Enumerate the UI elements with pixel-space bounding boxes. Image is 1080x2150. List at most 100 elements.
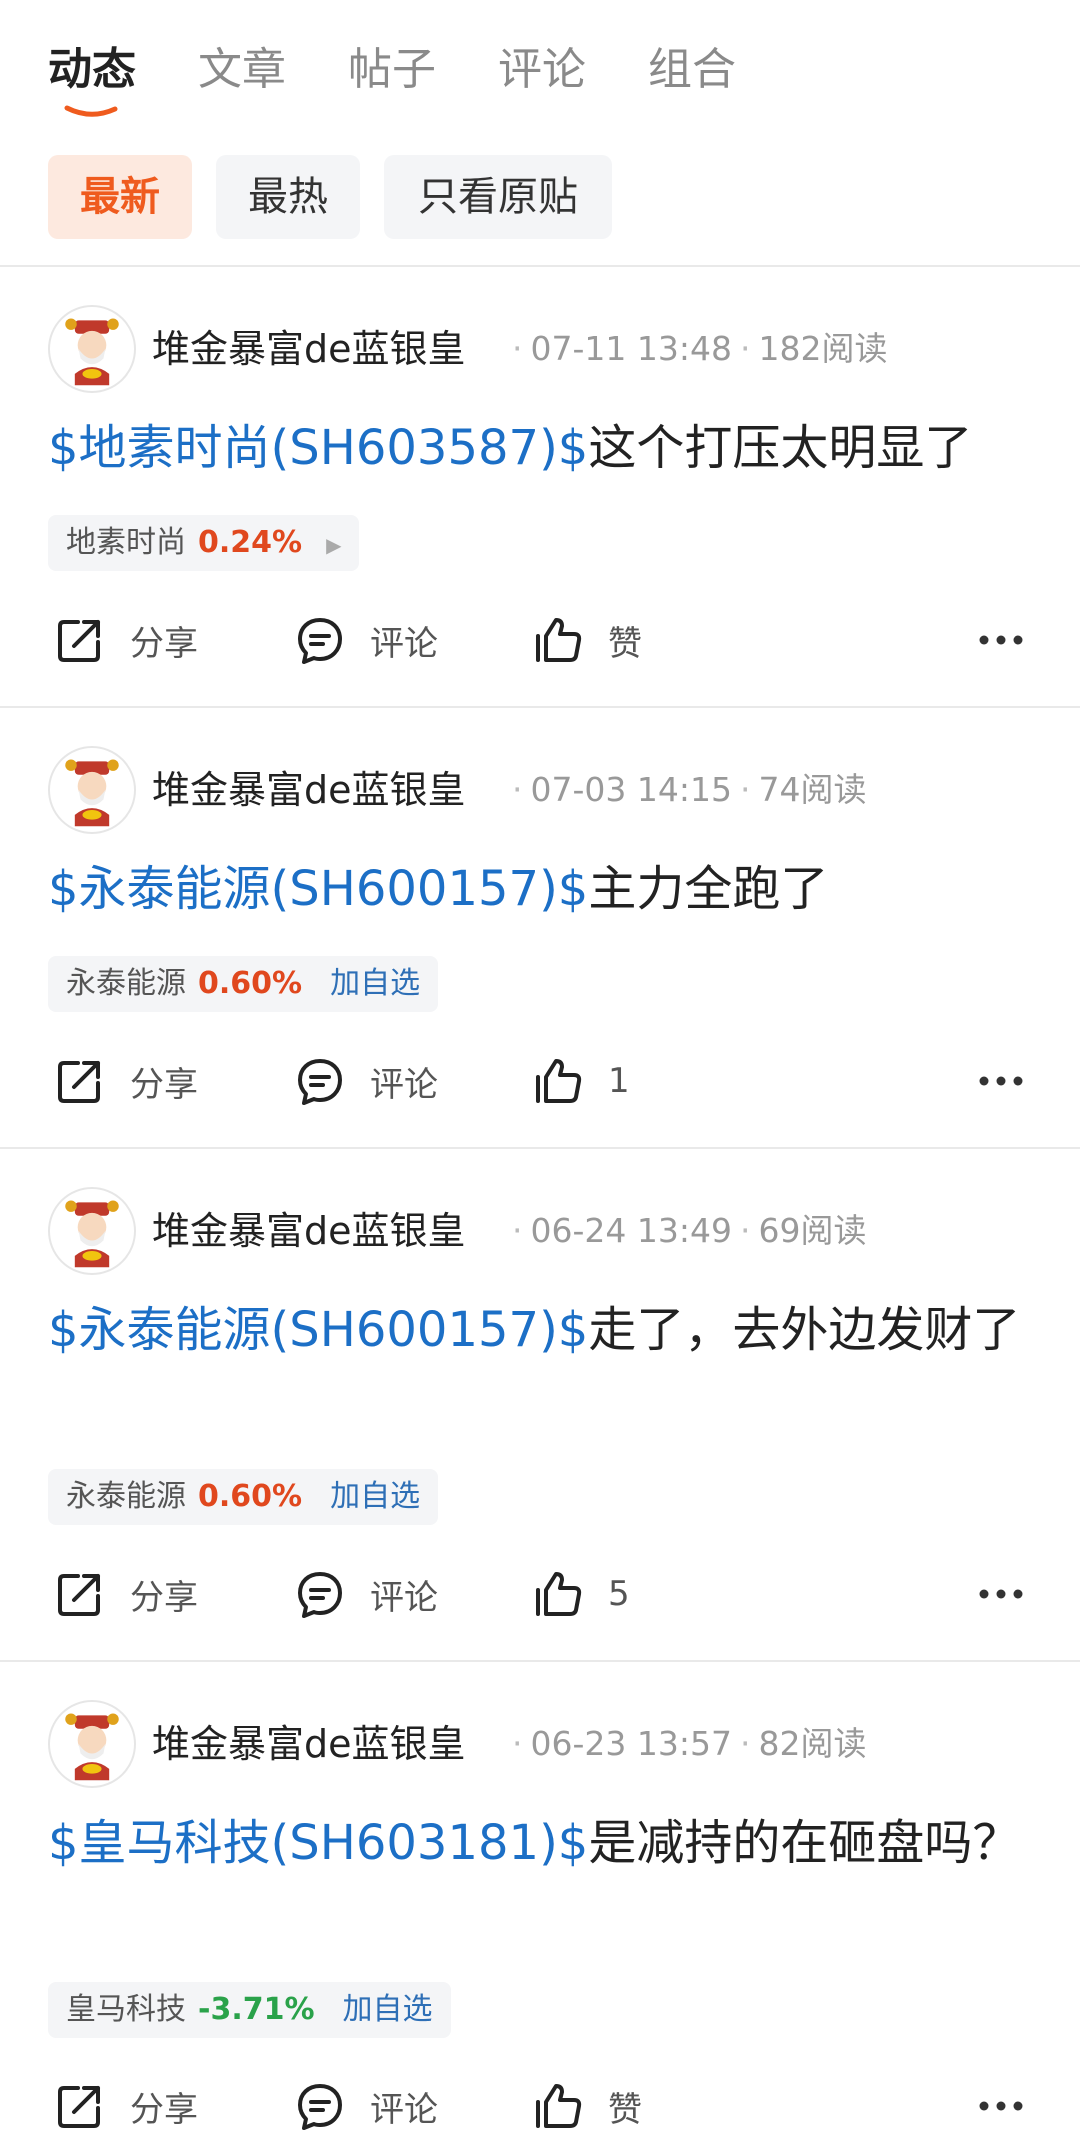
stock-tag-name: 永泰能源: [66, 966, 186, 1001]
like-count: 赞: [608, 623, 642, 664]
more-button[interactable]: [978, 1564, 1024, 1624]
top-tab-bar: 动态 文章 帖子 评论 组合: [0, 0, 1080, 140]
post-content[interactable]: $皇马科技(SH603181)$是减持的在砸盘吗？: [48, 1807, 1028, 1879]
author-name[interactable]: 堆金暴富de蓝银皇: [152, 765, 466, 815]
post-content[interactable]: $地素时尚(SH603587)$这个打压太明显了: [48, 412, 1028, 484]
share-label: 分享: [130, 1064, 198, 1105]
thumbs-up-icon: [536, 2084, 582, 2128]
tab-articles[interactable]: 文章: [198, 40, 286, 100]
author-name[interactable]: 堆金暴富de蓝银皇: [152, 324, 466, 374]
post-card[interactable]: 堆金暴富de蓝银皇 · 06-23 13:57 · 82阅读 $皇马科技(SH6031…: [0, 1662, 1080, 2150]
action-bar: 分享 评论 赞: [0, 2076, 1080, 2136]
share-button[interactable]: 分享: [52, 610, 198, 670]
comment-icon: [298, 618, 342, 664]
stock-tag-name: 地素时尚: [66, 525, 186, 560]
tab-portfolios[interactable]: 组合: [648, 40, 736, 100]
post-text: 走了，去外边发财了: [588, 1302, 1021, 1358]
comment-button[interactable]: 评论: [292, 2076, 438, 2136]
comment-button[interactable]: 评论: [292, 1564, 438, 1624]
post-meta: · 06-24 13:49 · 69阅读: [512, 1211, 867, 1250]
post-meta: · 07-11 13:48 · 182阅读: [512, 329, 888, 368]
stock-tag-name: 永泰能源: [66, 1479, 186, 1514]
share-icon: [58, 620, 100, 662]
like-button[interactable]: 赞: [530, 2076, 642, 2136]
action-bar: 分享 评论 5: [0, 1564, 1080, 1624]
filter-hottest[interactable]: 最热: [216, 155, 360, 239]
stock-link[interactable]: $永泰能源(SH600157)$: [48, 861, 588, 917]
thumbs-up-icon: [536, 1059, 582, 1103]
read-count: 74阅读: [758, 770, 867, 809]
comment-icon: [298, 2084, 342, 2130]
share-label: 分享: [130, 2089, 198, 2130]
post-date: 07-11 13:48: [530, 329, 732, 368]
read-count: 182阅读: [758, 329, 888, 368]
filter-original-only[interactable]: 只看原贴: [384, 155, 612, 239]
share-icon: [58, 1061, 100, 1103]
stock-tag[interactable]: 永泰能源 0.60% 加自选: [48, 956, 439, 1012]
share-button[interactable]: 分享: [52, 1564, 198, 1624]
stock-link[interactable]: $皇马科技(SH603181)$: [48, 1815, 588, 1871]
post-content[interactable]: $永泰能源(SH600157)$走了，去外边发财了: [48, 1294, 1028, 1366]
stock-tag[interactable]: 永泰能源 0.60% 加自选: [48, 1469, 439, 1525]
post-text: 主力全跑了: [588, 861, 829, 917]
add-watchlist-link[interactable]: 加自选: [330, 1479, 420, 1514]
more-button[interactable]: [978, 610, 1024, 670]
avatar-image: [65, 1713, 119, 1781]
post-card[interactable]: 堆金暴富de蓝银皇 · 07-03 14:15 · 74阅读 $永泰能源(SH6001…: [0, 708, 1080, 1148]
post-text: 是减持的在砸盘吗？: [588, 1815, 1021, 1871]
stock-change: 0.60%: [198, 1479, 303, 1514]
comment-button[interactable]: 评论: [292, 610, 438, 670]
action-bar: 分享 评论 1: [0, 1051, 1080, 1111]
comment-label: 评论: [370, 623, 438, 664]
more-dots-icon: [979, 1589, 1023, 1599]
author-name[interactable]: 堆金暴富de蓝银皇: [152, 1206, 466, 1256]
stock-change: -3.71%: [198, 1992, 315, 2027]
avatar[interactable]: [48, 1187, 136, 1275]
stock-tag-name: 皇马科技: [66, 1992, 186, 2027]
post-date: 06-24 13:49: [530, 1211, 732, 1250]
share-icon: [58, 1574, 100, 1616]
like-count: 赞: [608, 2089, 642, 2130]
filter-latest[interactable]: 最新: [48, 155, 192, 239]
post-content[interactable]: $永泰能源(SH600157)$主力全跑了: [48, 853, 1028, 925]
stock-link[interactable]: $永泰能源(SH600157)$: [48, 1302, 588, 1358]
author-name[interactable]: 堆金暴富de蓝银皇: [152, 1719, 466, 1769]
read-count: 82阅读: [758, 1724, 867, 1763]
stock-tag[interactable]: 地素时尚 0.24% ▶: [48, 515, 360, 571]
stock-change: 0.60%: [198, 966, 303, 1001]
share-icon: [58, 2086, 100, 2128]
more-button[interactable]: [978, 2076, 1024, 2136]
tab-dynamics[interactable]: 动态: [48, 40, 136, 100]
tab-comments[interactable]: 评论: [498, 40, 586, 100]
more-dots-icon: [979, 1076, 1023, 1086]
like-button[interactable]: 赞: [530, 610, 642, 670]
avatar-image: [65, 759, 119, 827]
play-arrow-icon: ▶: [326, 533, 342, 557]
avatar-image: [65, 1200, 119, 1268]
post-date: 06-23 13:57: [530, 1724, 732, 1763]
add-watchlist-link[interactable]: 加自选: [343, 1992, 433, 2027]
more-dots-icon: [979, 2101, 1023, 2111]
share-button[interactable]: 分享: [52, 2076, 198, 2136]
post-date: 07-03 14:15: [530, 770, 732, 809]
stock-link[interactable]: $地素时尚(SH603587)$: [48, 420, 588, 476]
add-watchlist-link[interactable]: 加自选: [330, 966, 420, 1001]
like-count: 1: [608, 1061, 630, 1101]
avatar[interactable]: [48, 1700, 136, 1788]
share-button[interactable]: 分享: [52, 1051, 198, 1111]
tab-posts[interactable]: 帖子: [348, 40, 436, 100]
comment-button[interactable]: 评论: [292, 1051, 438, 1111]
stock-change: 0.24%: [198, 525, 303, 560]
read-count: 69阅读: [758, 1211, 867, 1250]
avatar[interactable]: [48, 746, 136, 834]
comment-icon: [298, 1572, 342, 1618]
post-text: 这个打压太明显了: [588, 420, 973, 476]
post-card[interactable]: 堆金暴富de蓝银皇 · 06-24 13:49 · 69阅读 $永泰能源(SH6001…: [0, 1149, 1080, 1661]
more-button[interactable]: [978, 1051, 1024, 1111]
stock-tag[interactable]: 皇马科技 -3.71% 加自选: [48, 1982, 451, 2038]
like-button[interactable]: 5: [530, 1564, 630, 1624]
post-card[interactable]: 堆金暴富de蓝银皇 · 07-11 13:48 · 182阅读 $地素时尚(SH603…: [0, 267, 1080, 707]
like-count: 5: [608, 1574, 630, 1614]
avatar[interactable]: [48, 305, 136, 393]
like-button[interactable]: 1: [530, 1051, 630, 1111]
